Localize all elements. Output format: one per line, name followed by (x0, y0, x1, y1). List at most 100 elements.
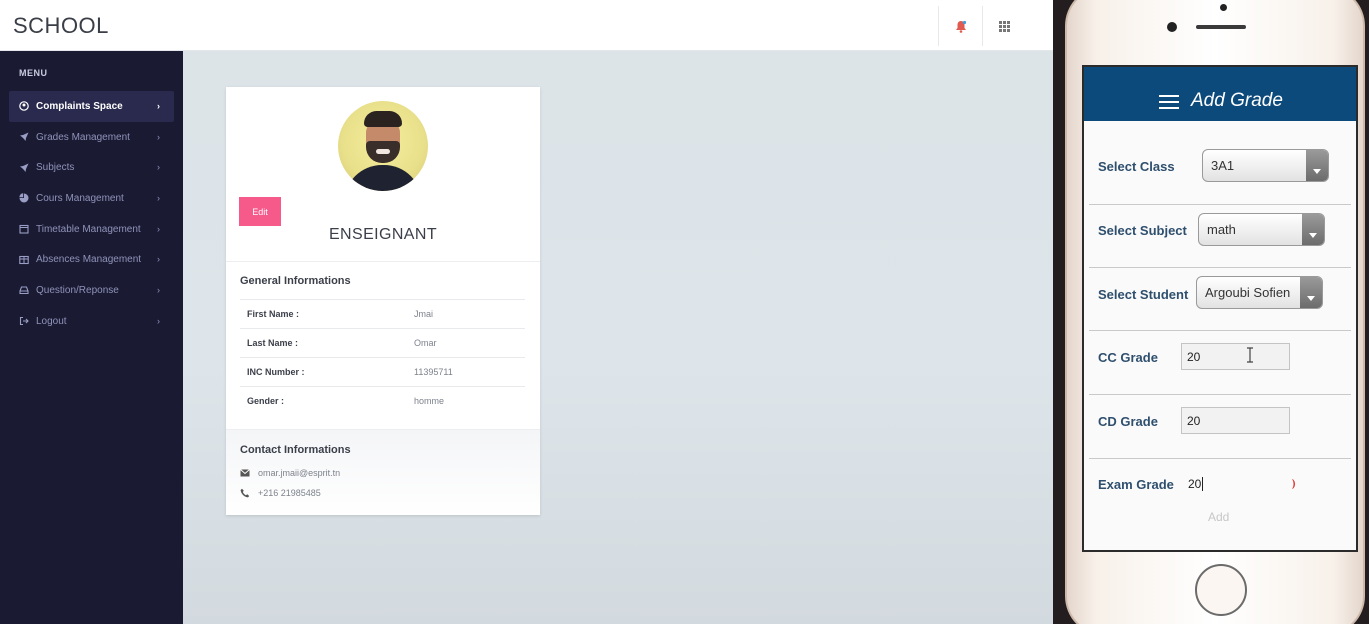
info-value: 11395711 (414, 367, 453, 377)
select-student-label: Select Student (1098, 287, 1189, 302)
sensor-icon (1167, 22, 1177, 32)
brand-logo[interactable]: SCHOOL (13, 13, 109, 39)
app-title: Add Grade (1191, 90, 1283, 111)
avatar (338, 101, 428, 191)
cd-grade-label: CD Grade (1098, 414, 1158, 429)
contact-email: omar.jmaii@esprit.tn (240, 468, 340, 478)
chevron-down-icon (1300, 277, 1322, 308)
info-value: homme (414, 396, 445, 406)
select-subject-label: Select Subject (1098, 223, 1187, 238)
sidebar-item-cours-management[interactable]: Cours Management › (9, 183, 174, 214)
pie-chart-icon (18, 192, 30, 204)
exam-grade-input[interactable]: 20 (1188, 477, 1204, 491)
contact-section: Contact Informations omar.jmaii@esprit.t… (226, 429, 540, 515)
rocket-icon (18, 162, 30, 174)
form-row-cc: CC Grade 20 (1089, 331, 1351, 395)
sign-out-icon (18, 315, 30, 327)
sidebar-item-label: Subjects (36, 162, 75, 174)
select-student-dropdown[interactable]: Argoubi Sofien (1196, 276, 1323, 309)
sidebar-item-label: Grades Management (36, 131, 130, 143)
sidebar: MENU Complaints Space › Grades Managemen… (0, 51, 183, 624)
text-cursor-icon (1247, 347, 1253, 363)
sidebar-item-timetable-management[interactable]: Timetable Management › (9, 214, 174, 245)
form-row-student: Select Student Argoubi Sofien (1089, 268, 1351, 331)
chevron-right-icon: › (157, 254, 160, 265)
chevron-right-icon: › (157, 162, 160, 173)
envelope-icon (240, 469, 252, 477)
hamburger-menu-icon[interactable] (1159, 95, 1179, 109)
table-icon (18, 254, 30, 266)
select-subject-dropdown[interactable]: math (1198, 213, 1325, 246)
menu-title: MENU (19, 68, 48, 78)
select-class-label: Select Class (1098, 159, 1175, 174)
bell-icon (955, 20, 967, 33)
chevron-right-icon: › (157, 315, 160, 326)
sidebar-item-question-reponse[interactable]: Question/Reponse › (9, 275, 174, 306)
user-circle-icon (18, 100, 30, 112)
touch-indicator-icon (1292, 479, 1295, 489)
notifications-button[interactable] (938, 6, 982, 46)
phone-text[interactable]: +216 21985485 (258, 488, 321, 498)
info-row-first-name: First Name : Jmai (240, 299, 525, 328)
select-class-dropdown[interactable]: 3A1 (1202, 149, 1329, 182)
sidebar-item-label: Complaints Space (36, 100, 123, 112)
form-row-cd: CD Grade 20 (1089, 395, 1351, 459)
profile-card: Edit ENSEIGNANT General Informations Fir… (226, 87, 540, 515)
sidebar-item-grades-management[interactable]: Grades Management › (9, 122, 174, 153)
info-row-gender: Gender : homme (240, 386, 525, 415)
front-camera-icon (1220, 4, 1227, 11)
chevron-right-icon: › (157, 101, 160, 111)
phone-icon (240, 488, 252, 498)
sidebar-item-logout[interactable]: Logout › (9, 306, 174, 337)
sidebar-item-label: Cours Management (36, 192, 124, 204)
role-text: ENSEIGNANT (328, 226, 437, 243)
top-navbar: SCHOOL (0, 0, 1053, 51)
form-row-class: Select Class 3A1 (1089, 121, 1351, 205)
sidebar-item-absences-management[interactable]: Absences Management › (9, 244, 174, 275)
chevron-down-icon (1302, 214, 1324, 245)
inbox-icon (18, 284, 30, 296)
main-content: Edit ENSEIGNANT General Informations Fir… (183, 51, 1053, 624)
email-text[interactable]: omar.jmaii@esprit.tn (258, 468, 340, 478)
mobile-screen: Add Grade Select Class 3A1 Select Subjec… (1082, 65, 1358, 552)
info-value: Omar (414, 338, 437, 348)
home-button[interactable] (1195, 564, 1247, 616)
select-value: Argoubi Sofien (1205, 285, 1291, 300)
info-row-last-name: Last Name : Omar (240, 328, 525, 357)
apps-grid-button[interactable] (982, 6, 1026, 46)
calendar-icon (18, 223, 30, 235)
general-info-table: First Name : Jmai Last Name : Omar INC N… (240, 299, 525, 415)
profile-role: ENSEIGNANT (226, 226, 540, 244)
chevron-right-icon: › (157, 223, 160, 234)
earpiece-speaker (1196, 25, 1246, 29)
info-key: INC Number : (247, 367, 305, 377)
info-key: Last Name : (247, 338, 299, 348)
sidebar-item-subjects[interactable]: Subjects › (9, 152, 174, 183)
sidebar-item-label: Timetable Management (36, 223, 141, 235)
general-info-title: General Informations (240, 275, 351, 287)
info-value: Jmai (414, 309, 434, 319)
edit-button[interactable]: Edit (239, 197, 281, 226)
chevron-down-icon (1306, 150, 1328, 181)
info-key: Gender : (247, 396, 285, 406)
rocket-icon (18, 131, 30, 143)
cd-grade-input[interactable]: 20 (1181, 407, 1290, 434)
grid-icon (999, 20, 1010, 32)
cc-grade-input[interactable]: 20 (1181, 343, 1290, 370)
chevron-right-icon: › (157, 131, 160, 142)
select-value: 3A1 (1211, 158, 1235, 173)
form-row-subject: Select Subject math (1089, 205, 1351, 268)
chevron-right-icon: › (157, 285, 160, 296)
divider (226, 261, 540, 262)
web-app: SCHOOL MENU Complaints Space › Grades Ma… (0, 0, 1053, 624)
sidebar-menu: Complaints Space › Grades Management › S… (9, 91, 174, 337)
app-header: Add Grade (1084, 67, 1356, 121)
contact-info-title: Contact Informations (240, 444, 351, 456)
chevron-right-icon: › (157, 193, 160, 204)
sidebar-item-label: Absences Management (36, 254, 142, 266)
add-button[interactable]: Add (1208, 510, 1229, 524)
select-value: math (1207, 222, 1236, 237)
sidebar-item-label: Logout (36, 315, 67, 327)
info-row-inc-number: INC Number : 11395711 (240, 357, 525, 386)
sidebar-item-complaints-space[interactable]: Complaints Space › (9, 91, 174, 122)
